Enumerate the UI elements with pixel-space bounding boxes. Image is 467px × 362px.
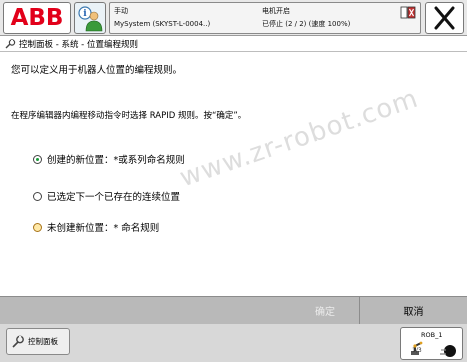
close-icon (434, 6, 455, 30)
control-panel-icon (5, 38, 16, 48)
watermark: www.zr-robot.com (176, 83, 423, 194)
quickset-button[interactable]: ROB_1 1/3 (400, 327, 463, 360)
status-panel[interactable]: 手动 MySystem (SKYST-L-0004..) 电机开启 已停止 (2… (109, 2, 421, 34)
intro-text: 您可以定义用于机器人位置的编程规则。 (11, 65, 183, 76)
option-label: 未创建新位置：* 命名规则 (47, 223, 160, 234)
abb-menu-button[interactable]: ABB (3, 2, 71, 34)
top-bar: ABB i 手动 MySystem (SKYST-L-0004..) 电机开启 … (0, 0, 467, 36)
user-info-icon: i (78, 6, 103, 32)
command-bar: 确定 取消 (0, 296, 467, 324)
option-label: 已选定下一个已存在的连续位置 (47, 192, 181, 203)
radio-unselected[interactable] (33, 222, 42, 232)
instruction-text: 在程序编辑器内编程移动指令时选择 RAPID 规则。按“确定”。 (11, 111, 247, 121)
control-panel-icon (12, 335, 24, 348)
cancel-button[interactable]: 取消 (359, 297, 467, 324)
operating-mode: 手动 (114, 7, 128, 15)
radio-selected[interactable] (33, 154, 42, 164)
taskbar-control-panel[interactable]: 控制面板 (6, 328, 70, 355)
system-name: MySystem (SKYST-L-0004..) (114, 20, 211, 28)
svg-text:i: i (83, 9, 87, 19)
option-no-new-position[interactable]: 未创建新位置：* 命名规则 (33, 220, 159, 234)
mechanical-unit-name: ROB_1 (421, 331, 443, 339)
option-next-existing[interactable]: 已选定下一个已存在的连续位置 (33, 189, 180, 203)
abb-logo: ABB (10, 4, 64, 31)
taskbar-label: 控制面板 (28, 337, 58, 346)
event-log-icon (400, 6, 416, 19)
task-bar: 控制面板 ROB_1 1/3 (0, 324, 467, 362)
breadcrumb: 控制面板 - 系统 - 位置编程规则 (0, 37, 467, 52)
radio-unselected[interactable] (33, 191, 42, 201)
speed-icon (440, 345, 456, 357)
breadcrumb-text: 控制面板 - 系统 - 位置编程规则 (19, 40, 138, 50)
main-content: 您可以定义用于机器人位置的编程规则。 在程序编辑器内编程移动指令时选择 RAPI… (0, 53, 467, 296)
program-state: 已停止 (2 / 2) (速度 100%) (262, 20, 351, 28)
task-number: 1/3 (412, 347, 422, 354)
user-info-button[interactable]: i (74, 2, 106, 34)
motor-state: 电机开启 (262, 7, 290, 15)
option-label: 创建的新位置：*或系列命名规则 (47, 155, 185, 166)
option-create-new-series[interactable]: 创建的新位置：*或系列命名规则 (33, 152, 185, 166)
close-button[interactable] (425, 2, 464, 34)
